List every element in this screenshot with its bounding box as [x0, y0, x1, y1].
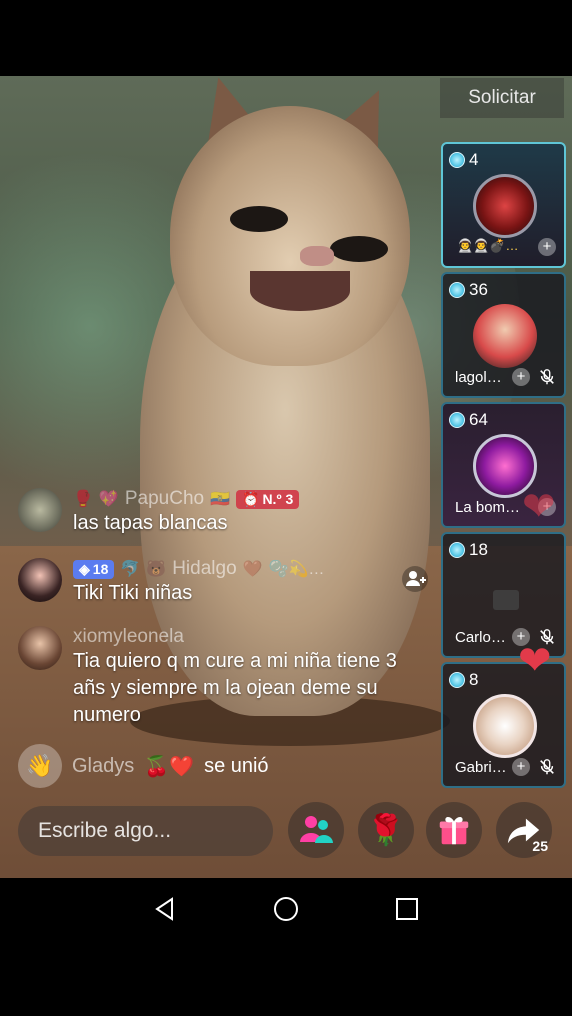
people-icon [300, 816, 333, 843]
guest-panel: 4 👨‍🚀👨‍🚀💣… + 36 lagol… + 64 La bom… + 18… [441, 142, 566, 792]
guest-badges: 👨‍🚀👨‍🚀💣… [457, 238, 519, 253]
clock-icon: ⏰ [242, 490, 260, 507]
join-emojis: 🍒❤️ [144, 755, 195, 778]
diamond-icon: ◈ [79, 560, 90, 577]
fan-level-badge: ◈ 18 [73, 559, 115, 579]
recents-icon[interactable] [392, 894, 422, 924]
follow-plus-icon[interactable]: + [512, 758, 530, 776]
gift-button[interactable] [426, 802, 482, 858]
mic-off-icon [540, 369, 554, 385]
guest-score: 36 [469, 280, 488, 299]
guest-score: 8 [469, 670, 479, 689]
level-badge: ⏰ N.º 3 [236, 489, 300, 509]
guest-card[interactable]: 4 👨‍🚀👨‍🚀💣… + [441, 142, 566, 268]
join-action: se unió [204, 754, 269, 777]
share-button[interactable]: 25 [496, 802, 552, 858]
wave-hand-icon[interactable]: 👋 [18, 744, 62, 788]
comment-username[interactable]: Hidalgo [172, 558, 236, 580]
rose-button[interactable]: 🌹 [358, 802, 414, 858]
back-icon[interactable] [150, 894, 180, 924]
guest-score: 64 [469, 410, 488, 429]
guest-card[interactable]: 36 lagol… + [441, 272, 566, 398]
join-username[interactable]: Gladys [72, 755, 134, 778]
guest-name: lagol… [455, 369, 502, 386]
comment-input[interactable]: Escribe algo... [18, 806, 273, 856]
comment-text: Tiki Tiki niñas [73, 582, 193, 604]
camera-off-icon [493, 590, 519, 610]
multi-guest-button[interactable] [288, 802, 344, 858]
dolphin-icon: 🐬 [120, 561, 141, 578]
guest-score: 18 [469, 540, 488, 559]
bubbles-icon: 🫧💫… [268, 561, 325, 578]
heart-icon: 💖 [98, 491, 119, 508]
gem-icon [449, 412, 465, 428]
share-count: 25 [532, 838, 548, 854]
gem-icon [449, 672, 465, 688]
follow-plus-icon[interactable]: + [538, 238, 556, 256]
guest-name: Carlo… [455, 629, 506, 646]
guest-score: 4 [469, 150, 479, 169]
heart-icon: 🤎 [242, 561, 263, 578]
mic-off-icon [540, 759, 554, 775]
avatar[interactable] [18, 558, 62, 602]
gem-icon [449, 282, 465, 298]
comment-username[interactable]: xiomyleonela [73, 626, 184, 648]
heart-icon: ❤ [518, 639, 552, 683]
heart-icon: ❤ [522, 485, 556, 529]
flag-icon: 🇪🇨 [210, 491, 230, 508]
avatar[interactable] [473, 694, 537, 758]
avatar[interactable] [18, 488, 62, 532]
rose-icon: 🌹 [367, 813, 405, 847]
guest-name: La bom… [455, 499, 521, 516]
comment-username[interactable]: PapuCho [125, 488, 204, 510]
gift-icon [439, 817, 469, 845]
comment-text: Tia quiero q m cure a mi niña tiene 3 añ… [73, 650, 397, 726]
home-icon[interactable] [271, 894, 301, 924]
status-bar [0, 0, 572, 76]
follow-plus-icon[interactable]: + [512, 368, 530, 386]
user-add-icon[interactable] [402, 566, 428, 592]
join-notice: 👋 Gladys 🍒❤️ se unió [18, 744, 269, 788]
gem-icon [449, 542, 465, 558]
avatar[interactable] [18, 626, 62, 670]
gem-icon [449, 152, 465, 168]
comment-text: las tapas blancas [73, 512, 228, 534]
avatar[interactable] [473, 174, 537, 238]
request-button[interactable]: Solicitar [440, 78, 564, 118]
bear-icon: 🐻 [146, 561, 167, 578]
boxing-glove-icon: 🥊 [73, 491, 93, 508]
android-nav-bar [0, 878, 572, 940]
guest-name: Gabri… [455, 759, 507, 776]
avatar[interactable] [473, 304, 537, 368]
